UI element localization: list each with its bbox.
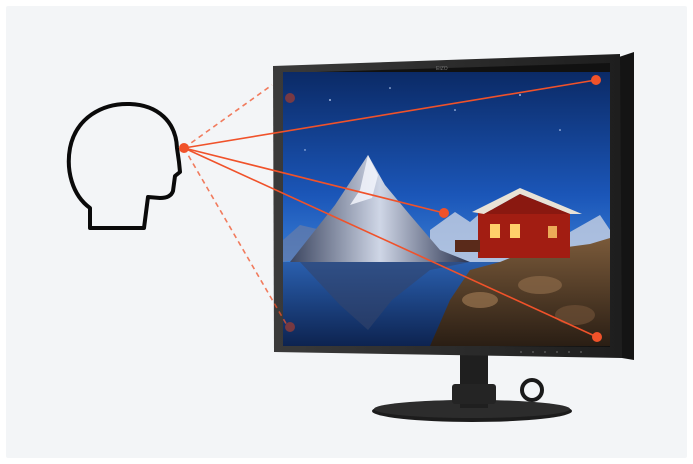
measurement-point-marker bbox=[439, 208, 449, 218]
measurement-point-marker bbox=[285, 322, 295, 332]
measurement-point-marker bbox=[591, 75, 601, 85]
monitor-logo: EIZO bbox=[436, 66, 448, 72]
illustration-canvas: EIZO bbox=[6, 6, 687, 458]
viewing-angle-illustration: EIZO bbox=[0, 0, 693, 464]
measurement-point-marker bbox=[285, 93, 295, 103]
measurement-point-marker bbox=[592, 332, 602, 342]
eye-point-marker bbox=[179, 143, 189, 153]
